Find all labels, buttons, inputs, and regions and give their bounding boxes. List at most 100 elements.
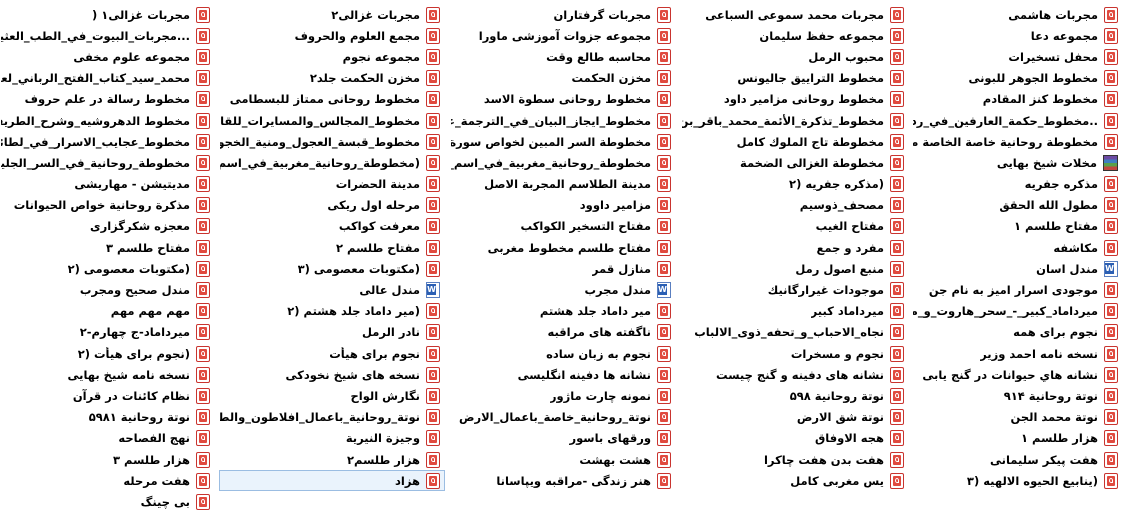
file-item[interactable]: مجربات غزالی۲ [219, 4, 445, 25]
file-item[interactable]: مرحله اول ريكی [219, 195, 445, 216]
file-item[interactable]: نوتة روحانية ۵۹۸۱ [0, 407, 215, 428]
file-item[interactable]: هفت پيكر سليمانی [912, 449, 1123, 470]
file-item[interactable]: نادر الرمل [219, 322, 445, 343]
file-item[interactable]: نگارش الواح [219, 385, 445, 406]
file-item[interactable]: مهم مهم مهم [0, 301, 215, 322]
file-item[interactable]: هزار طلسم ۱ [912, 428, 1123, 449]
file-item[interactable]: نوتة محمد الجن [912, 407, 1123, 428]
file-item[interactable]: محبوب الرمل [681, 46, 909, 67]
file-item[interactable]: مندل اسان [912, 258, 1123, 279]
file-item[interactable]: هنر زندگی -مراقبه ويپاسانا [450, 470, 676, 491]
file-item[interactable]: نمونه چارت ماژور [450, 385, 676, 406]
file-item[interactable]: ميرداماد_كبير_-_سحر_هاروت_و_ماروت [912, 301, 1123, 322]
file-item[interactable]: محمد_سيد_كتاب_الفتح_الرباني_لعلاج [0, 68, 215, 89]
file-item[interactable]: مخطوطة_روحانية_في_السر_الجليل_في [0, 152, 215, 173]
file-item[interactable]: مندل مجرب [450, 279, 676, 300]
file-item[interactable]: نوتة_روحانية_باعمال_افلاطون_والطبائع [219, 407, 445, 428]
file-item[interactable]: معرفت كواكب [219, 216, 445, 237]
file-item[interactable]: (مخطوطة_روحانية_مغربية_في_اسم_الله (۳ [219, 152, 445, 173]
file-item[interactable]: محاسبه طالع وقت [450, 46, 676, 67]
file-item[interactable]: مجربات غزالی۱ ( [0, 4, 215, 25]
file-item[interactable]: مخطوط_المجالس_والمسايرات_للقاضی [219, 110, 445, 131]
file-item[interactable]: نشانه های دفينه و گنج چيست [681, 364, 909, 385]
file-item[interactable]: مخطوط_ايجاز_البيان_في_الترجمة_عن [450, 110, 676, 131]
file-item[interactable]: نشانه هاي حيوانات در گنج يابی [912, 364, 1123, 385]
file-item[interactable]: مجموعه دعا [912, 25, 1123, 46]
file-item[interactable]: مخطوط روحانی مزامير داود [681, 89, 909, 110]
file-item[interactable]: هزاد [219, 470, 445, 492]
file-item[interactable]: مزامير داوود [450, 195, 676, 216]
file-item[interactable]: (مکتوبات معصومی (۳ [219, 258, 445, 279]
file-item[interactable]: ميرداماد-ج چهارم-۲ [0, 322, 215, 343]
file-item[interactable]: مفتاح طلسم ۳ [0, 237, 215, 258]
file-item[interactable]: مخطوط_تذكرة_الأئمة_محمد_باقر_بن [681, 110, 909, 131]
file-item[interactable]: مجربات گرفتاران [450, 4, 676, 25]
file-item[interactable]: محفل تسخيرات [912, 46, 1123, 67]
file-item[interactable]: هزار طلسم۲ [219, 449, 445, 470]
file-item[interactable]: (نجوم برای هيأت (۲ [0, 343, 215, 364]
file-item[interactable]: معجزه شكرگزاری [0, 216, 215, 237]
file-item[interactable]: نجوم و مسخرات [681, 343, 909, 364]
file-item[interactable]: موجودات غيرارگانيك [681, 279, 909, 300]
file-item[interactable]: منبع اصول رمل [681, 258, 909, 279]
file-item[interactable]: مصحف_ذوسيم [681, 195, 909, 216]
file-item[interactable]: مخطوط رسالة در علم حروف [0, 89, 215, 110]
file-item[interactable]: (ينابيع الحيوه الالهيه (۳ [912, 470, 1123, 491]
file-item[interactable]: مفتاح طلسم مخطوط مغربی [450, 237, 676, 258]
file-item[interactable]: مندل صحيح ومجرب [0, 279, 215, 300]
file-item[interactable]: مخطوطة الغزالی الضخمة [681, 152, 909, 173]
file-item[interactable]: مذكره جفريه [912, 174, 1123, 195]
file-item[interactable]: (مکتوبات معصومی (۲ [0, 258, 215, 279]
file-item[interactable]: هشت بهشت [450, 449, 676, 470]
file-item[interactable]: نوتة شق الارض [681, 407, 909, 428]
file-item[interactable]: مخطوطة_روحانية_مغربية_في_اسم_الله [450, 152, 676, 173]
file-item[interactable]: هجه الاوفاق [681, 428, 909, 449]
file-item[interactable]: نوتة روحانية ۵۹۸ [681, 385, 909, 406]
file-item[interactable]: مذكرة روحانية خواص الحيوانات [0, 195, 215, 216]
file-item[interactable]: نوتة روحانية ۹۱۴ [912, 385, 1123, 406]
file-item[interactable]: مفتاح التسخير الكواكب [450, 216, 676, 237]
file-item[interactable]: مكاشفه [912, 237, 1123, 258]
file-item[interactable]: مخطوطة تاج الملوك كامل [681, 131, 909, 152]
file-item[interactable]: نجوم برای هيأت [219, 343, 445, 364]
file-item[interactable]: هزار طلسم ۳ [0, 449, 215, 470]
file-item[interactable]: مفتاح طلسم ۱ [912, 216, 1123, 237]
file-item[interactable]: ورقهای باسور [450, 428, 676, 449]
file-item[interactable]: مدينة الحضرات [219, 174, 445, 195]
file-item[interactable]: نوتة_روحانية_خاصة_باعمال_الارض [450, 407, 676, 428]
file-item[interactable]: مجموعه علوم مخفی [0, 46, 215, 67]
file-item[interactable]: بی چينگ [0, 491, 215, 512]
file-item[interactable]: ..مخطوط_حكمة_العارفين_في_رد_شبه_المخا [912, 110, 1123, 131]
file-item[interactable]: مخطوط روحانی سطوة الاسد [450, 89, 676, 110]
file-item[interactable]: هفت بدن هفت چاكرا [681, 449, 909, 470]
file-item[interactable]: مخزن الحكمت جلد۲ [219, 68, 445, 89]
file-item[interactable]: ...مجربات_البيوت_في_الطب_العثيوت_لأصف [0, 25, 215, 46]
file-item[interactable]: ناگفته های مراقبه [450, 322, 676, 343]
file-item[interactable]: مديتيشن - مهاريشی [0, 174, 215, 195]
file-item[interactable]: مفرد و جمع [681, 237, 909, 258]
file-item[interactable]: منازل قمر [450, 258, 676, 279]
file-item[interactable]: مخطوط الجوهر للبونی [912, 68, 1123, 89]
file-item[interactable]: نجوم برای همه [912, 322, 1123, 343]
file-item[interactable]: مفتاح الغيب [681, 216, 909, 237]
file-item[interactable]: (مذكره جفريه (۲ [681, 174, 909, 195]
file-item[interactable]: مخطوطة روحانية خاصة الخاصة مغربی [912, 131, 1123, 152]
file-item[interactable]: مير داماد جلد هشتم [450, 301, 676, 322]
file-item[interactable]: مخطوط روحانی ممتاز للبسطامی [219, 89, 445, 110]
file-item[interactable]: مخلات شيخ بهايی [912, 152, 1123, 173]
file-item[interactable]: مجربات هاشمی [912, 4, 1123, 25]
file-item[interactable]: مخزن الحكمت [450, 68, 676, 89]
file-item[interactable]: نسخه نامه احمد وزير [912, 343, 1123, 364]
file-item[interactable]: نهج الفصاحه [0, 428, 215, 449]
file-item[interactable]: مخطوط الدهروشيه_وشرح_الطريقة_البيقوبية [0, 110, 215, 131]
file-item[interactable]: مندل عالی [219, 279, 445, 300]
file-item[interactable]: نسخه های شيخ نخودكی [219, 364, 445, 385]
file-item[interactable]: مجمع العلوم والحروف [219, 25, 445, 46]
file-item[interactable]: مخطوط_قبسة_العجول_ومنية_الخجول_للميرزا [219, 131, 445, 152]
file-item[interactable]: ميرداماد كبير [681, 301, 909, 322]
file-item[interactable]: مفتاح طلسم ۲ [219, 237, 445, 258]
file-item[interactable]: نسخه نامه شيخ بهايی [0, 364, 215, 385]
file-item[interactable]: مجربات محمد سموعی السباعی [681, 4, 909, 25]
file-item[interactable]: وجيزة النيرية [219, 428, 445, 449]
file-item[interactable]: مخطوط كنز المقادم [912, 89, 1123, 110]
